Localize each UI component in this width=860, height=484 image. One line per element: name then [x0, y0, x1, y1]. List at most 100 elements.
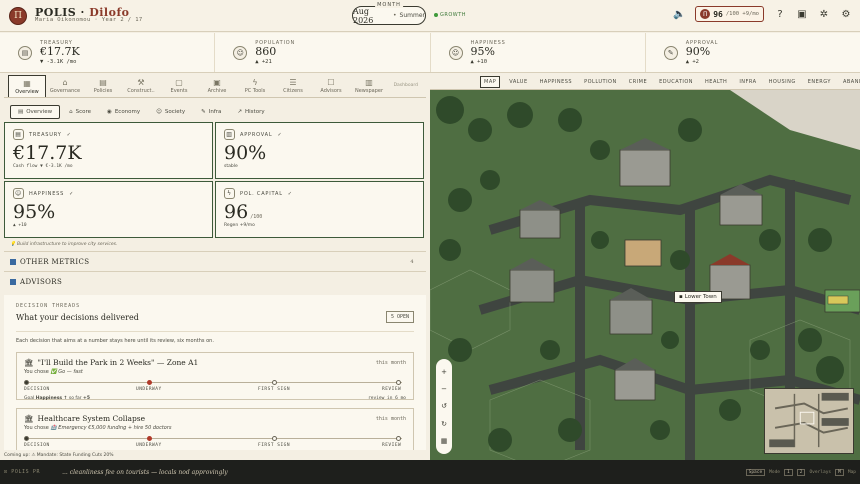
nav-label: Construct..: [127, 88, 155, 94]
nav-pc-tools[interactable]: ϟ PC Tools: [236, 75, 274, 97]
map-tab-abandoned[interactable]: ABANDONED: [840, 77, 860, 87]
month-display[interactable]: MONTH Aug 2026 • Summer: [352, 2, 426, 25]
subtab-overview[interactable]: ▤ Overview: [10, 104, 61, 119]
stage-label: DECISION: [24, 443, 50, 448]
nav-advisors[interactable]: ☐ Advisors: [312, 75, 350, 97]
check-icon: ✓: [66, 131, 72, 138]
gear-icon[interactable]: ⚙: [840, 8, 852, 20]
nav-construction[interactable]: ⚒ Construct..: [122, 75, 160, 97]
zoom-out-button[interactable]: −: [441, 385, 447, 393]
subtab-history[interactable]: ↗ History: [230, 106, 271, 118]
stat-approval: ✎ APPROVAL 90% ▲ +2: [646, 33, 860, 72]
rotate-right-button[interactable]: ↻: [441, 420, 447, 428]
map-tab-infra[interactable]: INFRA: [736, 77, 759, 87]
card-happiness[interactable]: ☺ HAPPINESS ✓ 95% ▲ +10: [4, 181, 213, 238]
chose-prefix: You chose: [24, 369, 49, 375]
city-map[interactable]: MAP VALUE HAPPINESS POLLUTION CRIME EDUC…: [430, 74, 860, 460]
subtab-label: Infra: [208, 108, 222, 115]
timeline-dot: [396, 380, 401, 385]
section-advisors[interactable]: ADVISORS: [4, 271, 426, 291]
stage-label: FIRST SIGN: [258, 387, 291, 392]
district-label[interactable]: ▪ Lower Town: [674, 291, 722, 303]
map-tab-energy[interactable]: ENERGY: [805, 77, 834, 87]
rotate-left-button[interactable]: ↺: [441, 402, 447, 410]
month-label: MONTH: [375, 2, 403, 8]
map-tab-map[interactable]: MAP: [480, 75, 501, 88]
chose-value: ✅ Go — fast: [50, 369, 83, 375]
overview-icon: ▦: [23, 78, 31, 88]
sound-icon[interactable]: 🔈: [673, 8, 685, 20]
nav-overview[interactable]: ▦ Overview: [8, 75, 46, 97]
card-sub: Cash flow ▼ €-3.1K /mo: [13, 163, 73, 169]
nav-policies[interactable]: ▤ Policies: [84, 75, 122, 97]
subtab-label: Score: [75, 108, 92, 115]
open-count-badge: 5 OPEN: [385, 311, 414, 323]
map-tab-housing[interactable]: HOUSING: [766, 77, 799, 87]
stage-label: UNDERWAY: [136, 443, 162, 448]
subtab-economy[interactable]: ◉ Economy: [100, 106, 147, 118]
timeline-dot-current: [147, 436, 152, 441]
map-mode-button[interactable]: ▦: [441, 437, 448, 445]
map-controls: + − ↺ ↻ ▦: [436, 359, 452, 454]
news-ticker[interactable]: ... cleanliness fee on tourists — locals…: [62, 469, 228, 476]
policies-icon: ▤: [99, 78, 107, 87]
subtab-infra[interactable]: ✎ Infra: [194, 106, 228, 118]
district-name: Lower Town: [684, 294, 717, 300]
save-icon[interactable]: ▣: [796, 8, 808, 20]
minimap[interactable]: [764, 388, 854, 454]
season: Summer: [399, 12, 425, 19]
pc-value: 96: [713, 9, 723, 19]
map-tab-education[interactable]: EDUCATION: [656, 77, 696, 87]
goal-prefix: Goal: [24, 396, 35, 401]
goal-delta: +5: [83, 396, 90, 401]
threads-label: DECISION THREADS: [16, 303, 81, 309]
sub-nav: ▤ Overview ⌂ Score ◉ Economy ☺ Society ✎ Infr…: [4, 103, 426, 120]
card-political-capital[interactable]: ϟ POL. CAPITAL ✓ 96/100 Regen +9/mo: [215, 181, 424, 238]
history-icon: ↗: [237, 108, 243, 115]
growth-dot-icon: [434, 13, 438, 17]
nav-newspaper[interactable]: ▥ Newspaper: [350, 75, 388, 97]
stat-value: 90%: [685, 45, 711, 59]
goal-value: Happiness ↑: [35, 396, 68, 401]
events-icon: ▢: [175, 78, 183, 87]
political-capital-badge[interactable]: Π 96 /100 +9/mo: [695, 6, 764, 22]
treasury-icon: ▤: [13, 129, 24, 140]
card-sub: ▲ +10: [13, 222, 27, 228]
happiness-icon: ☺: [448, 45, 463, 60]
nav-archive[interactable]: ▣ Archive: [198, 75, 236, 97]
nav-governance[interactable]: ⌂ Governance: [46, 75, 84, 97]
timeline-dot: [24, 436, 29, 441]
footer-brand: ⊡ POLIS PR: [4, 469, 41, 475]
card-approval[interactable]: ▥ APPROVAL ✓ 90% stable: [215, 122, 424, 179]
map-tab-health[interactable]: HEALTH: [702, 77, 730, 87]
nav-events[interactable]: ▢ Events: [160, 75, 198, 97]
main-nav: ▦ Overview ⌂ Governance ▤ Policies ⚒ Constru…: [4, 74, 426, 98]
nav-label: Overview: [15, 88, 39, 95]
thread-item[interactable]: 🏛 "I'll Build the Park in 2 Weeks" — Zone…: [16, 352, 414, 401]
archive-icon: ▣: [213, 78, 221, 87]
coming-up-banner[interactable]: Coming up: ⚠ Mandate: State Funding Cuts…: [0, 450, 430, 460]
card-treasury[interactable]: ▤ TREASURY ✓ €17.7K Cash flow ▼ €-3.1K /mo: [4, 122, 213, 179]
subtab-score[interactable]: ⌂ Score: [62, 106, 98, 118]
stat-value: €17.7K: [40, 45, 80, 59]
help-icon[interactable]: ?: [774, 8, 786, 20]
month-value: Aug 2026: [353, 6, 374, 25]
metric-cards: ▤ TREASURY ✓ €17.7K Cash flow ▼ €-3.1K /mo…: [4, 122, 426, 238]
map-tab-happiness[interactable]: HAPPINESS: [537, 77, 575, 87]
thread-when: this month: [375, 415, 406, 422]
timeline-line: [26, 382, 402, 383]
economy-icon: ◉: [107, 108, 112, 115]
section-other-metrics[interactable]: OTHER METRICS 4: [4, 251, 426, 271]
nav-label: Citizens: [283, 88, 303, 94]
settings-icon[interactable]: ✲: [818, 8, 830, 20]
card-value-max: /100: [250, 214, 263, 220]
top-right-controls: 🔈 Π 96 /100 +9/mo ? ▣ ✲ ⚙: [673, 6, 852, 22]
lightning-icon: ϟ: [224, 188, 235, 199]
subtab-society[interactable]: ☺ Society: [149, 106, 192, 118]
map-tab-crime[interactable]: CRIME: [626, 77, 650, 87]
map-tab-value[interactable]: VALUE: [506, 77, 530, 87]
map-tab-pollution[interactable]: POLLUTION: [581, 77, 620, 87]
nav-citizens[interactable]: ☰ Citizens: [274, 75, 312, 97]
zoom-in-button[interactable]: +: [441, 368, 447, 376]
thread-item[interactable]: 🏛 Healthcare System Collapse this month Y…: [16, 408, 414, 456]
